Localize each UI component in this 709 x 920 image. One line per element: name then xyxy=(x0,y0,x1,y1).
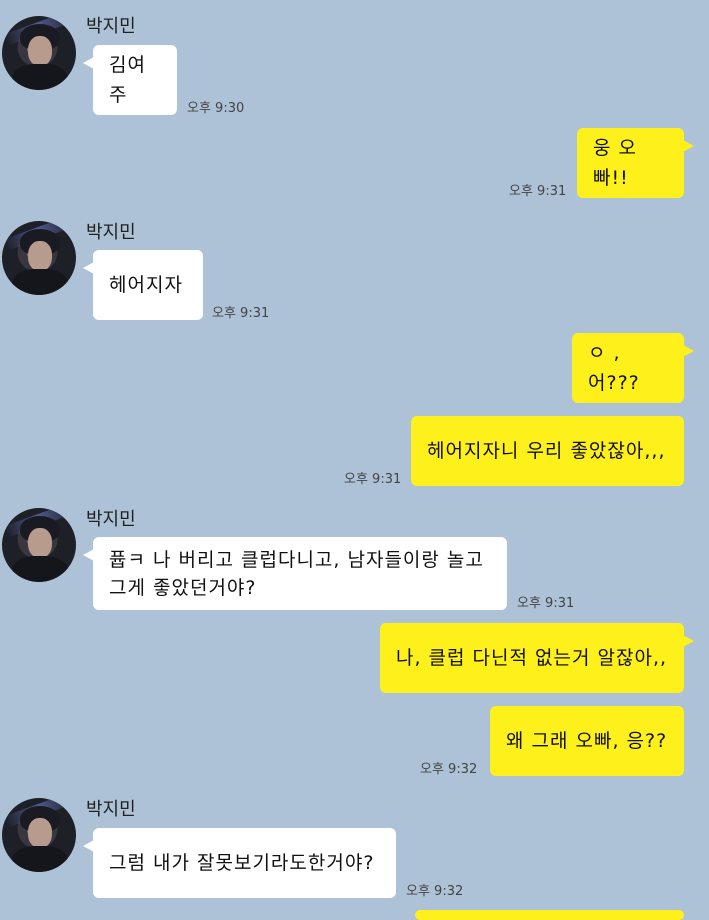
outgoing-message[interactable] xyxy=(415,910,684,920)
message-text: 나, 클럽 다닌적 없는거 알잖아,, xyxy=(396,647,668,669)
avatar[interactable] xyxy=(2,16,76,90)
sender-name: 박지민 xyxy=(86,799,136,820)
message-time: 오후 9:31 xyxy=(517,596,575,611)
message-text: 김여주 xyxy=(109,54,146,106)
message-time: 오후 9:31 xyxy=(509,184,567,199)
message-text: 헤어지자 xyxy=(109,274,183,296)
message-time: 오후 9:30 xyxy=(187,101,245,116)
incoming-message[interactable]: 퓹ㅋ 나 버리고 클럽다니고, 남자들이랑 놀고 그게 좋았던거야? xyxy=(83,537,507,610)
message-text: 웅 오빠!! xyxy=(593,137,637,189)
message-text: 그럼 내가 잘못보기라도한거야? xyxy=(109,852,375,874)
outgoing-message[interactable]: 헤어지자니 우리 좋았잖아,,, xyxy=(411,416,684,486)
message-text-line: 퓹ㅋ 나 버리고 클럽다니고, 남자들이랑 놀고 xyxy=(109,548,484,571)
sender-name: 박지민 xyxy=(86,16,136,37)
outgoing-message[interactable]: 왜 그래 오빠, 응?? xyxy=(490,706,684,776)
incoming-message[interactable]: 그럼 내가 잘못보기라도한거야? xyxy=(83,828,396,898)
message-text: 왜 그래 오빠, 응?? xyxy=(506,730,668,752)
message-time: 오후 9:32 xyxy=(406,884,464,899)
avatar[interactable] xyxy=(2,508,76,582)
message-text: 헤어지자니 우리 좋았잖아,,, xyxy=(427,440,666,462)
outgoing-message[interactable]: 웅 오빠!! xyxy=(577,128,694,198)
outgoing-message[interactable]: ㅇ , 어??? xyxy=(572,333,694,403)
outgoing-message[interactable]: 나, 클럽 다닌적 없는거 알잖아,, xyxy=(380,623,694,693)
message-time: 오후 9:31 xyxy=(212,306,270,321)
message-text: ㅇ , 어??? xyxy=(588,342,640,394)
incoming-message[interactable]: 김여주 xyxy=(83,45,177,115)
sender-name: 박지민 xyxy=(86,222,136,243)
avatar[interactable] xyxy=(2,221,76,295)
message-text-line: 그게 좋았던거야? xyxy=(109,576,257,599)
avatar[interactable] xyxy=(2,798,76,872)
incoming-message[interactable]: 헤어지자 xyxy=(83,250,203,320)
sender-name: 박지민 xyxy=(86,509,136,530)
message-time: 오후 9:31 xyxy=(344,472,402,487)
message-time: 오후 9:32 xyxy=(420,762,478,777)
